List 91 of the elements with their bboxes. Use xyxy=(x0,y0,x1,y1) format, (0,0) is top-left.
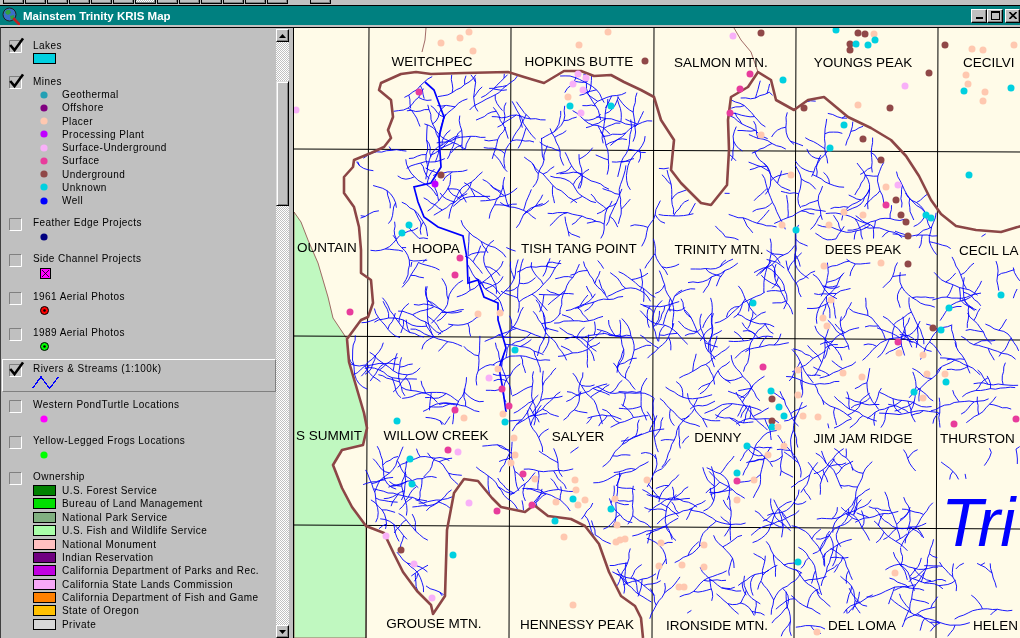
place-name-label: DEES PEAK xyxy=(824,242,902,257)
toolbar-button[interactable] xyxy=(47,0,68,4)
toolbar-button[interactable] xyxy=(223,0,244,4)
toolbar-button[interactable] xyxy=(267,0,288,4)
minimize-button[interactable] xyxy=(971,8,987,23)
layer-checkbox[interactable] xyxy=(9,360,24,377)
place-name-label: CECIL LA xyxy=(959,243,1019,258)
legend-layer-entry[interactable]: Mines Geothermal Offshore Placer Processing Plant Surface-Underground Surface Underground Unknown Well xyxy=(2,71,276,211)
toolbar-button[interactable] xyxy=(25,0,46,4)
class-name-label: State of Oregon xyxy=(62,604,140,618)
maximize-button[interactable] xyxy=(987,8,1003,23)
layer-name-label: Mines xyxy=(33,74,62,88)
place-name-label: YOUNGS PEAK xyxy=(813,55,913,70)
legend-layer-entry[interactable]: Rivers & Streams (1:100k) xyxy=(2,358,276,393)
layer-name-label: Feather Edge Projects xyxy=(33,216,142,230)
layer-name-label: Side Channel Projects xyxy=(33,252,142,266)
place-name-label: SALYER xyxy=(551,429,605,444)
scroll-down-button[interactable] xyxy=(276,625,289,638)
place-name-label: DENNY xyxy=(694,430,742,445)
place-name-label: DEL LOMA xyxy=(828,618,896,633)
minimize-icon xyxy=(975,16,983,19)
toolbar-button[interactable] xyxy=(69,0,90,4)
class-name-label: California Department of Parks and Rec. xyxy=(62,564,260,578)
place-name-label: HENNESSY PEAK xyxy=(520,617,634,632)
place-name-label: S SUMMIT xyxy=(296,428,362,443)
class-name-label: Unknown xyxy=(62,180,107,194)
place-name-label: JIM JAM RIDGE xyxy=(813,431,913,446)
toolbar-button[interactable] xyxy=(113,0,134,4)
class-name-label: Bureau of Land Management xyxy=(62,497,203,511)
window-title: Mainstem Trinity KRIS Map xyxy=(23,8,171,23)
layer-name-label: 1961 Aerial Photos xyxy=(33,290,126,304)
place-name-label: HELEN xyxy=(973,618,1018,633)
layer-checkbox[interactable] xyxy=(9,73,24,89)
legend-layer-entry[interactable]: 1961 Aerial Photos xyxy=(2,286,276,321)
maximize-icon xyxy=(990,11,1000,20)
layer-name-label: 1989 Aerial Photos xyxy=(33,326,126,340)
class-name-label: Indian Reservation xyxy=(62,550,154,564)
class-name-label: Geothermal xyxy=(62,88,119,102)
toolbar-button[interactable] xyxy=(135,0,156,4)
class-name-label: U.S. Fish and Wildlife Service xyxy=(62,524,208,538)
up-arrow-icon xyxy=(279,33,286,38)
toolbar-button[interactable] xyxy=(91,0,112,4)
place-name-label: TRINITY MTN. xyxy=(674,242,764,257)
place-name-label: TISH TANG POINT xyxy=(521,241,637,256)
toolbar-button[interactable] xyxy=(3,0,24,4)
class-name-label: Offshore xyxy=(62,101,104,115)
layer-name-label: Lakes xyxy=(33,38,62,52)
class-name-label: National Monument xyxy=(62,537,157,551)
scroll-up-button[interactable] xyxy=(276,29,289,42)
globe-magnifier-icon xyxy=(2,6,20,25)
layer-checkbox[interactable] xyxy=(9,37,24,53)
legend-layer-entry[interactable]: Western PondTurtle Locations xyxy=(2,394,276,429)
legend-layer-entry[interactable]: Lakes xyxy=(2,35,276,69)
toolbar-button[interactable] xyxy=(245,0,266,4)
place-name-label: WILLOW CREEK xyxy=(383,428,489,443)
toolbar-button[interactable] xyxy=(179,0,200,4)
place-name-label: IRONSIDE MTN. xyxy=(666,618,768,633)
legend-layer-entry[interactable]: 1989 Aerial Photos xyxy=(2,322,276,357)
place-name-label: THURSTON xyxy=(940,431,1015,446)
layer-name-label: Yellow-Legged Frogs Locations xyxy=(33,434,186,448)
place-name-label: HOOPA xyxy=(412,241,460,256)
place-name-label: GROUSE MTN. xyxy=(386,616,482,631)
toolbar-button[interactable] xyxy=(310,0,331,4)
class-name-label: Underground xyxy=(62,167,126,181)
down-arrow-icon xyxy=(279,629,286,634)
legend-layer-entry[interactable]: Yellow-Legged Frogs Locations xyxy=(2,430,276,465)
layer-name-label: Rivers & Streams (1:100k) xyxy=(33,362,162,376)
legend-layer-entry[interactable]: Feather Edge Projects xyxy=(2,212,276,247)
class-name-label: California Department of Fish and Game xyxy=(62,591,259,605)
class-name-label: National Park Service xyxy=(62,510,168,524)
class-name-label: Private xyxy=(62,617,97,631)
class-name-label: Placer xyxy=(62,114,94,128)
layer-name-label: Western PondTurtle Locations xyxy=(33,398,180,412)
place-name-label: CECILVI xyxy=(963,55,1015,70)
place-name-label: OUNTAIN xyxy=(297,240,357,255)
scrollbar-thumb[interactable] xyxy=(276,81,289,206)
class-name-label: U.S. Forest Service xyxy=(62,483,158,497)
class-name-label: Surface-Underground xyxy=(62,141,167,155)
class-name-label: California State Lands Commission xyxy=(62,577,234,591)
legend-layer-entry[interactable]: Side Channel Projects xyxy=(2,248,276,285)
close-icon xyxy=(1008,12,1017,19)
place-name-label: HOPKINS BUTTE xyxy=(524,54,634,69)
close-button[interactable] xyxy=(1005,8,1020,23)
class-name-label: Surface xyxy=(62,154,100,168)
layer-name-label: Ownership xyxy=(33,470,85,484)
toolbar-button[interactable] xyxy=(201,0,222,4)
toolbar-button[interactable] xyxy=(157,0,178,4)
class-name-label: Well xyxy=(62,194,84,208)
class-name-label: Processing Plant xyxy=(62,127,145,141)
place-name-label: SALMON MTN. xyxy=(674,55,768,70)
place-name-label: WEITCHPEC xyxy=(391,54,473,69)
